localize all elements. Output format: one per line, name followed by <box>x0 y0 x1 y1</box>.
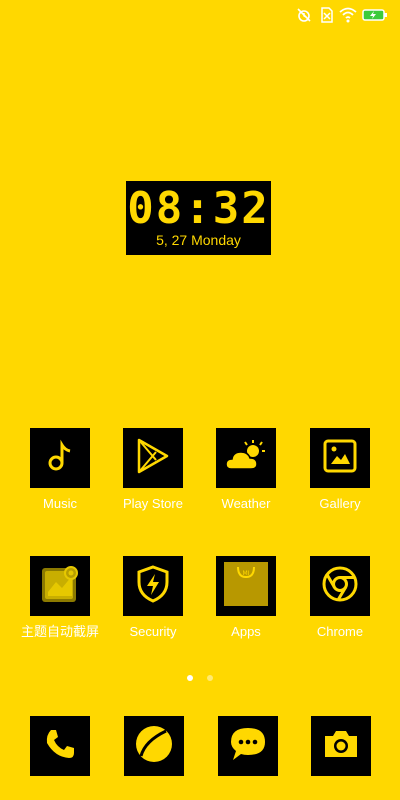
mi-apps-bag-icon: MI <box>221 559 271 614</box>
app-apps[interactable]: MI Apps <box>199 556 293 640</box>
app-label: 主题自动截屏 <box>20 624 99 639</box>
dock-browser-button[interactable] <box>124 716 184 776</box>
page-dot-active <box>186 675 193 681</box>
alarm-off-icon <box>296 7 312 23</box>
theme-screenshot-app-tile[interactable] <box>30 556 90 616</box>
music-note-icon <box>43 439 77 478</box>
music-app-tile[interactable] <box>30 428 90 488</box>
app-play-store[interactable]: Play Store <box>106 428 200 512</box>
weather-app-tile[interactable] <box>216 428 276 488</box>
app-label: Music <box>43 496 77 511</box>
app-label: Play Store <box>123 496 183 511</box>
theme-screenshot-icon <box>38 562 82 611</box>
camera-icon <box>322 728 360 765</box>
app-label: Gallery <box>319 496 361 511</box>
page-indicator <box>0 668 400 686</box>
svg-text:MI: MI <box>243 570 250 577</box>
status-bar <box>0 0 400 30</box>
app-label: Apps <box>231 624 261 639</box>
page-dot <box>207 675 214 681</box>
apps-app-tile[interactable]: MI <box>216 556 276 616</box>
app-label: Chrome <box>316 624 364 639</box>
gallery-icon <box>322 438 358 479</box>
app-chrome[interactable]: Chrome <box>293 556 387 640</box>
clock-time: 08:32 <box>127 183 270 234</box>
clock-date: 5, 27 Monday <box>156 232 241 248</box>
browser-icon <box>133 723 175 770</box>
chrome-app-tile[interactable] <box>310 556 370 616</box>
wifi-icon <box>339 7 357 23</box>
battery-charging-icon <box>362 7 388 23</box>
app-security[interactable]: Security <box>106 556 200 640</box>
app-gallery[interactable]: Gallery <box>293 428 387 512</box>
app-label: Security <box>129 624 177 639</box>
security-app-tile[interactable] <box>123 556 183 616</box>
app-weather[interactable]: Weather <box>199 428 293 512</box>
app-label: Weather <box>221 496 271 511</box>
play-store-icon <box>136 438 170 479</box>
sim-off-icon <box>320 7 334 23</box>
gallery-app-tile[interactable] <box>310 428 370 488</box>
app-music[interactable]: Music <box>13 428 107 512</box>
weather-icon <box>225 439 267 478</box>
phone-icon <box>43 727 77 766</box>
security-shield-icon <box>135 564 171 608</box>
clock-widget[interactable]: 08:32 5, 27 Monday <box>124 179 273 257</box>
messages-icon <box>228 725 268 768</box>
dock-messages-button[interactable] <box>218 716 278 776</box>
play-store-app-tile[interactable] <box>123 428 183 488</box>
dock-phone-button[interactable] <box>30 716 90 776</box>
app-theme-screenshot[interactable]: 主题自动截屏 <box>13 556 107 640</box>
dock-camera-button[interactable] <box>311 716 371 776</box>
chrome-icon <box>321 565 359 608</box>
